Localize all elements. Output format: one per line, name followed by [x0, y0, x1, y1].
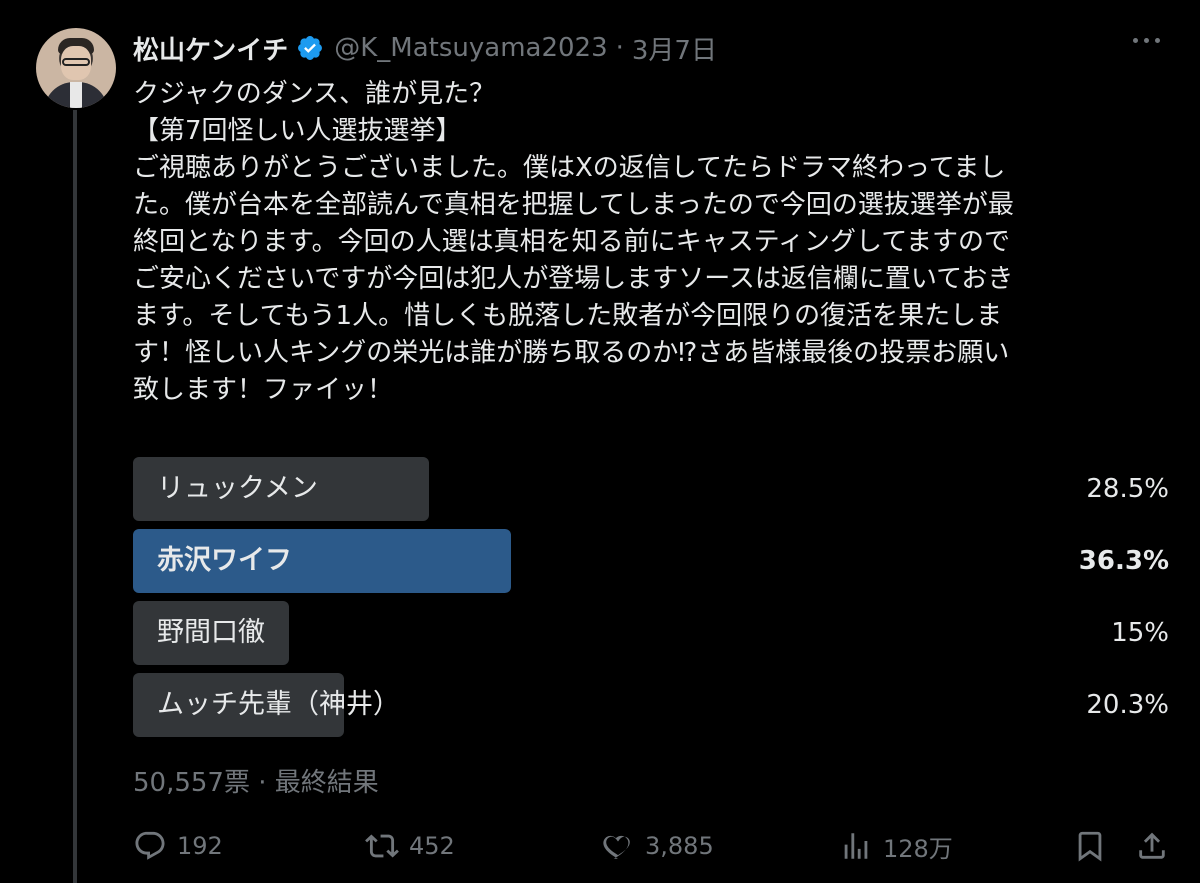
bookmark-icon — [1078, 831, 1102, 862]
poll-option: ムッチ先輩（神井） 20.3% — [133, 673, 1173, 737]
author-handle[interactable]: @K_Matsuyama2023 — [334, 33, 607, 63]
thread-line — [73, 110, 77, 883]
share-button[interactable] — [1135, 826, 1169, 866]
poll: リュックメン 28.5% 赤沢ワイフ 36.3% 野間口徹 15% ムッチ先輩（… — [133, 457, 1173, 745]
tweet-body-line: 致します！ファイッ！ — [133, 375, 394, 405]
poll-option-percent: 20.3% — [1086, 690, 1169, 720]
header-separator: · — [615, 33, 624, 63]
poll-option-label: リュックメン — [157, 473, 318, 504]
tweet-header: 松山ケンイチ @K_Matsuyama2023 · 3月7日 — [133, 28, 717, 68]
poll-meta-separator: · — [258, 768, 267, 798]
tweet-body-line: ご視聴ありがとうございました。僕はXの返信してたらドラマ終わってまし — [133, 153, 1006, 183]
poll-option-percent: 28.5% — [1086, 474, 1169, 504]
tweet-body: クジャクのダンス、誰が見た？ 【第7回怪しい人選抜選挙】 ご視聴ありがとうござい… — [133, 76, 1163, 409]
tweet-body-line: 【第7回怪しい人選抜選挙】 — [133, 116, 462, 146]
like-button[interactable]: 3,885 — [601, 826, 714, 866]
poll-option-percent: 36.3% — [1078, 546, 1169, 576]
reply-count: 192 — [177, 832, 223, 860]
retweet-button[interactable]: 452 — [365, 826, 455, 866]
poll-option-percent: 15% — [1111, 618, 1169, 648]
heart-icon — [603, 835, 630, 859]
tweet-date[interactable]: 3月7日 — [632, 30, 717, 67]
reply-button[interactable]: 192 — [133, 826, 223, 866]
poll-vote-count: 50,557票 — [133, 768, 250, 798]
view-count: 128万 — [883, 834, 953, 863]
tweet-body-line: クジャクのダンス、誰が見た？ — [133, 79, 496, 109]
tweet-actions: 192 452 3,885 128万 — [133, 826, 1173, 866]
poll-meta: 50,557票 · 最終結果 — [133, 762, 379, 799]
share-icon — [1139, 832, 1165, 859]
poll-option-label: 赤沢ワイフ — [157, 545, 292, 576]
poll-status: 最終結果 — [274, 768, 379, 798]
poll-option: 野間口徹 15% — [133, 601, 1173, 665]
tweet-body-line: た。僕が台本を全部読んで真相を把握してしまったので今回の選抜選挙が最 — [133, 190, 1014, 220]
tweet-body-line: 終回となります。今回の人選は真相を知る前にキャスティングしてますので — [133, 227, 1010, 257]
reply-icon — [135, 831, 165, 860]
verified-badge-icon — [298, 36, 323, 60]
avatar[interactable] — [36, 28, 116, 108]
views-chart-icon — [844, 833, 868, 859]
tweet-body-line: ます。そしてもう1人。惜しくも脱落した敗者が今回限りの復活を果たしま — [133, 301, 1003, 331]
poll-option-label: 野間口徹 — [157, 617, 265, 648]
author-name[interactable]: 松山ケンイチ — [133, 30, 288, 67]
bookmark-button[interactable] — [1073, 826, 1107, 866]
tweet-body-line: す！怪しい人キングの栄光は誰が勝ち取るのか⁉さあ皆様最後の投票お願い — [133, 338, 1010, 368]
poll-option: リュックメン 28.5% — [133, 457, 1173, 521]
retweet-icon — [365, 834, 399, 858]
poll-option: 赤沢ワイフ 36.3% — [133, 529, 1173, 593]
poll-option-label: ムッチ先輩（神井） — [157, 689, 400, 720]
like-count: 3,885 — [645, 832, 714, 860]
more-options-icon[interactable] — [1133, 38, 1160, 43]
tweet-body-line: ご安心くださいですが今回は犯人が登場しますソースは返信欄に置いておき — [133, 264, 1014, 294]
views-button[interactable]: 128万 — [839, 826, 953, 866]
retweet-count: 452 — [409, 832, 455, 860]
